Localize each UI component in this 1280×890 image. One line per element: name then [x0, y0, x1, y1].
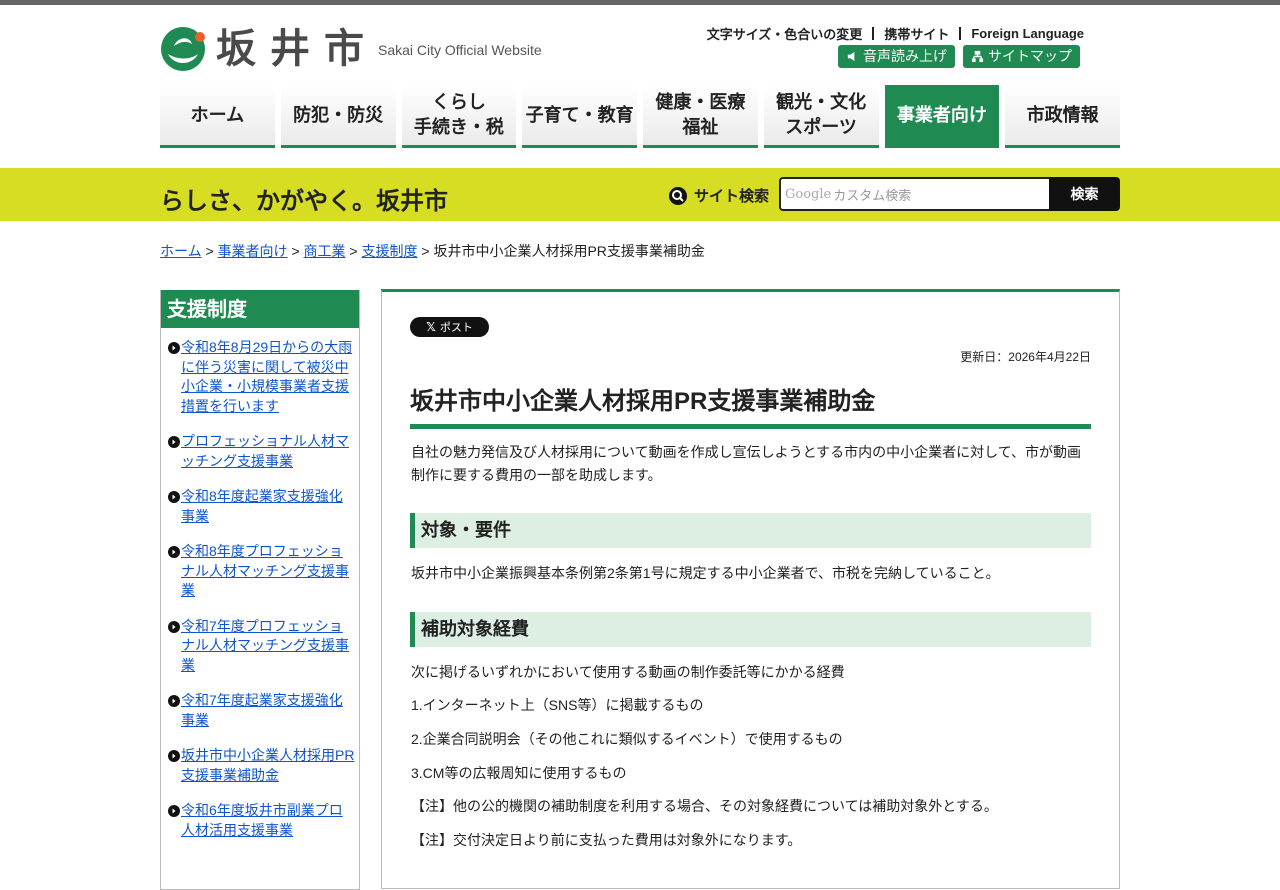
nav-city-info[interactable]: 市政情報: [1005, 85, 1120, 148]
sidebar-link-disaster-support[interactable]: 令和8年8月29日からの大雨に伴う災害に関して被災中小企業・小規模事業者支援措置…: [181, 338, 355, 416]
sitemap-icon: [971, 50, 984, 63]
sidebar-link-pro-matching[interactable]: プロフェッショナル人材マッチング支援事業: [181, 432, 355, 471]
note-1: 【注】他の公的機関の補助制度を利用する場合、その対象経費については補助対象外とす…: [411, 798, 998, 814]
breadcrumb-commerce[interactable]: 商工業: [304, 243, 346, 259]
arrow-bullet-icon: [168, 750, 180, 762]
breadcrumb-support[interactable]: 支援制度: [362, 243, 418, 259]
google-logo: Google: [785, 186, 832, 202]
sidebar-item: 令和7年度起業家支援強化事業: [167, 691, 355, 730]
sidebar-link-r8-pro-matching[interactable]: 令和8年度プロフェッショナル人材マッチング支援事業: [181, 542, 355, 601]
sitemap-button[interactable]: サイトマップ: [963, 45, 1080, 68]
sidebar-link-r7-startup[interactable]: 令和7年度起業家支援強化事業: [181, 691, 355, 730]
city-emblem-icon: [161, 27, 205, 71]
arrow-bullet-icon: [168, 695, 180, 707]
nav-life[interactable]: くらし 手続き・税: [401, 85, 517, 148]
nav-life-label-1: くらし: [431, 92, 486, 112]
mobile-site-link[interactable]: 携帯サイト: [884, 24, 949, 43]
site-search-label: サイト検索: [668, 185, 769, 206]
nav-life-label-2: 手続き・税: [413, 117, 504, 137]
nav-child-label: 子育て・教育: [525, 104, 634, 125]
breadcrumb-sep: >: [349, 243, 358, 259]
search-placeholder: カスタム検索: [833, 187, 912, 203]
intro-text: 自社の魅力発信及び人材採用について動画を作成し宣伝しようとする市内の中小企業者に…: [411, 444, 1082, 483]
nav-tourism-label-1: 観光・文化: [776, 92, 867, 112]
arrow-bullet-icon: [168, 620, 180, 633]
sidebar-item: 令和6年度坂井市副業プロ人材活用支援事業: [167, 801, 355, 840]
breadcrumb-sep: >: [421, 243, 430, 259]
nav-safety-label: 防犯・防災: [293, 104, 384, 125]
site-search-text: サイト検索: [694, 188, 770, 205]
sidebar-link-r6-side-job[interactable]: 令和6年度坂井市副業プロ人材活用支援事業: [181, 801, 355, 840]
tagline: らしさ、かがやく。坂井市: [160, 188, 448, 215]
target-text: 坂井市中小企業振興基本条例第2条第1号に規定する中小企業者で、市税を完納している…: [411, 565, 1000, 581]
cost-item-3: 3.CM等の広報周知に使用するもの: [411, 765, 627, 781]
nav-health[interactable]: 健康・医療 福祉: [643, 85, 758, 148]
utility-buttons: 音声読み上げ サイトマップ: [838, 45, 1080, 68]
sidebar-item: プロフェッショナル人材マッチング支援事業: [167, 432, 355, 471]
sidebar-item: 令和8年度起業家支援強化事業: [167, 487, 355, 526]
section-heading-target: 対象・要件: [410, 513, 1091, 548]
read-aloud-label: 音声読み上げ: [863, 48, 947, 64]
cost-item-2: 2.企業合同説明会（その他これに類似するイベント）で使用するもの: [411, 731, 843, 747]
arrow-bullet-icon: [168, 491, 180, 503]
arrow-bullet-icon: [168, 342, 180, 354]
top-border: [0, 0, 1280, 5]
nav-home-label: ホーム: [190, 104, 245, 125]
page-title: 坂井市中小企業人材採用PR支援事業補助金: [410, 381, 1091, 429]
sidebar-list: 令和8年8月29日からの大雨に伴う災害に関して被災中小企業・小規模事業者支援措置…: [161, 328, 359, 840]
nav-health-label-1: 健康・医療: [655, 92, 746, 112]
nav-safety[interactable]: 防犯・防災: [280, 85, 396, 148]
arrow-bullet-icon: [168, 546, 180, 558]
sidebar-title: 支援制度: [161, 290, 359, 328]
sidebar-item: 令和8年8月29日からの大雨に伴う災害に関して被災中小企業・小規模事業者支援措置…: [167, 338, 355, 416]
nav-home[interactable]: ホーム: [160, 85, 275, 148]
site-logo[interactable]: 坂井市 Sakai City Official Website: [160, 24, 542, 74]
sidebar: 支援制度 令和8年8月29日からの大雨に伴う災害に関して被災中小企業・小規模事業…: [160, 290, 360, 890]
text-size-color-link[interactable]: 文字サイズ・色合いの変更: [707, 24, 863, 43]
section-heading-cost: 補助対象経費: [410, 612, 1091, 647]
breadcrumb-current: 坂井市中小企業人材採用PR支援事業補助金: [433, 243, 705, 259]
cost-intro: 次に掲げるいずれかにおいて使用する動画の制作委託等にかかる経費: [411, 664, 845, 680]
logo-subtitle: Sakai City Official Website: [378, 42, 542, 58]
breadcrumb-business[interactable]: 事業者向け: [218, 243, 288, 259]
x-post-label: ポスト: [439, 322, 473, 334]
divider: [872, 27, 875, 40]
nav-city-label: 市政情報: [1026, 104, 1099, 125]
nav-health-label-2: 福祉: [682, 117, 719, 137]
sidebar-item: 令和7年度プロフェッショナル人材マッチング支援事業: [167, 617, 355, 676]
speaker-icon: [847, 51, 855, 62]
utility-links: 文字サイズ・色合いの変更 携帯サイト Foreign Language: [707, 24, 1084, 43]
nav-business-label: 事業者向け: [896, 104, 987, 125]
arrow-bullet-icon: [168, 436, 180, 448]
logo-text: 坂井市: [216, 25, 378, 72]
search-icon: [669, 186, 687, 205]
note-2: 【注】交付決定日より前に支払った費用は対象外になります。: [411, 832, 802, 848]
nav-tourism[interactable]: 観光・文化 スポーツ: [763, 85, 879, 148]
nav-child[interactable]: 子育て・教育: [522, 85, 637, 148]
sidebar-item: 坂井市中小企業人材採用PR支援事業補助金: [167, 746, 355, 785]
breadcrumb-sep: >: [291, 243, 300, 259]
sidebar-link-r8-startup[interactable]: 令和8年度起業家支援強化事業: [181, 487, 355, 526]
nav-business[interactable]: 事業者向け: [884, 85, 1000, 148]
updated-date: 更新日：2026年4月22日: [960, 350, 1091, 364]
sidebar-link-recruit-pr[interactable]: 坂井市中小企業人材採用PR支援事業補助金: [181, 746, 355, 785]
nav-tourism-label-2: スポーツ: [785, 117, 857, 137]
sitemap-label: サイトマップ: [988, 48, 1072, 64]
sidebar-link-r7-pro-matching[interactable]: 令和7年度プロフェッショナル人材マッチング支援事業: [181, 617, 355, 676]
search-input[interactable]: Google カスタム検索: [779, 177, 1050, 211]
cost-item-1: 1.インターネット上（SNS等）に掲載するもの: [411, 697, 704, 713]
read-aloud-button[interactable]: 音声読み上げ: [838, 45, 955, 68]
breadcrumb-sep: >: [205, 243, 214, 259]
sidebar-item: 令和8年度プロフェッショナル人材マッチング支援事業: [167, 542, 355, 601]
search-button[interactable]: 検索: [1049, 177, 1120, 211]
x-post-button[interactable]: 𝕏 ポスト: [410, 317, 489, 337]
global-nav: ホーム 防犯・防災 くらし手続き・税 子育て・教育 健康・医療福祉 観光・文化ス…: [160, 85, 1120, 148]
breadcrumb: ホーム > 事業者向け > 商工業 > 支援制度 > 坂井市中小企業人材採用PR…: [160, 241, 705, 261]
arrow-bullet-icon: [168, 805, 180, 817]
foreign-language-link[interactable]: Foreign Language: [971, 26, 1084, 41]
x-logo-icon: 𝕏: [426, 320, 436, 334]
breadcrumb-home[interactable]: ホーム: [160, 243, 202, 259]
divider: [959, 27, 962, 40]
